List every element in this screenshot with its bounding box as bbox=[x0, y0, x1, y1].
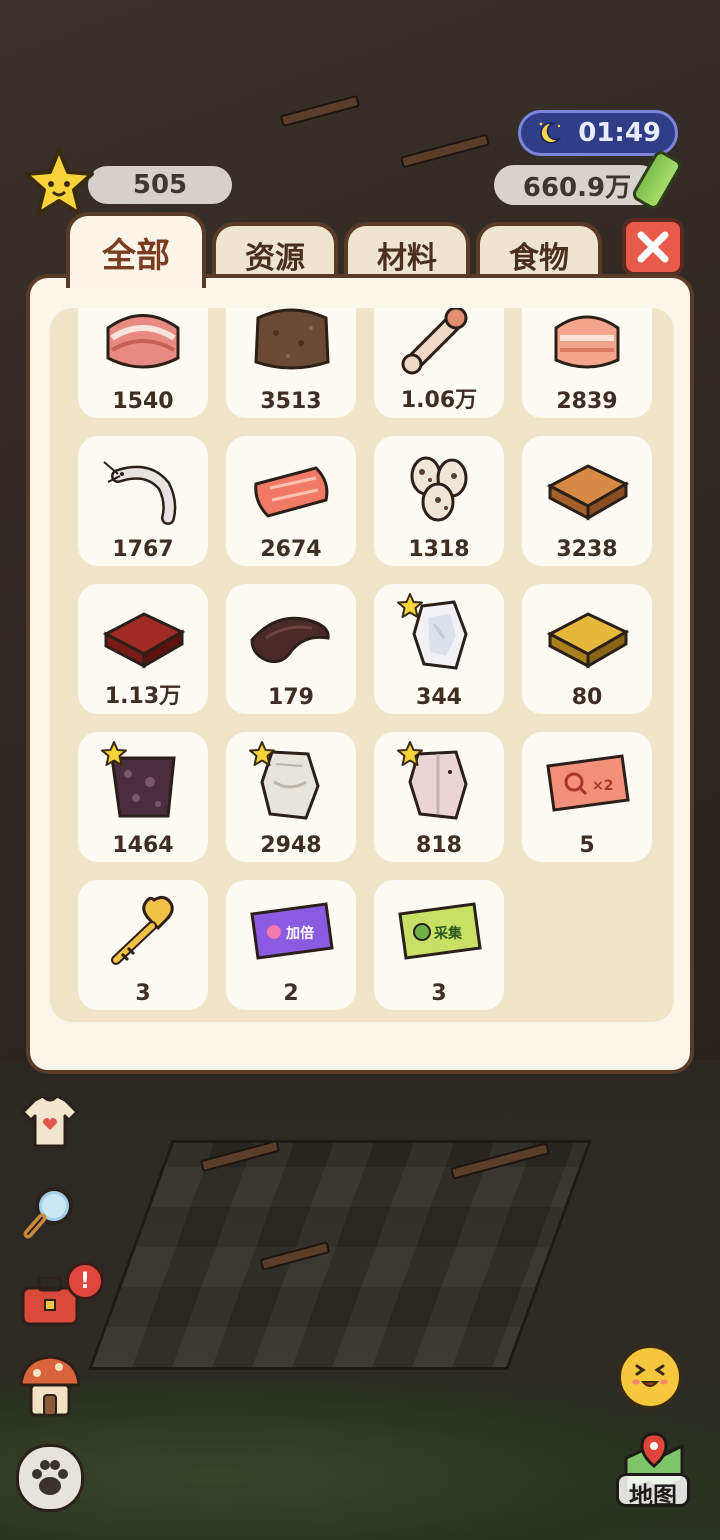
item-count: 1540 bbox=[112, 389, 174, 414]
raw-meat-icon bbox=[106, 314, 180, 369]
inventory-item[interactable]: 3513 bbox=[226, 308, 356, 418]
smiley-face-icon bbox=[632, 1364, 668, 1387]
item-count: 1767 bbox=[112, 537, 174, 562]
checker-floor-tiles bbox=[88, 1140, 592, 1370]
night-clock[interactable]: 01:49 bbox=[518, 110, 678, 156]
star-icon bbox=[24, 148, 94, 216]
close-button[interactable] bbox=[622, 218, 684, 276]
outfit-button[interactable] bbox=[18, 1090, 82, 1154]
inventory-item[interactable]: 采集 3 bbox=[374, 880, 504, 1010]
star-badge-icon bbox=[101, 741, 127, 766]
star-badge-icon bbox=[249, 741, 275, 766]
item-count: 80 bbox=[571, 685, 603, 710]
star-badge-icon bbox=[397, 593, 423, 618]
inventory-item[interactable]: 2839 bbox=[522, 308, 652, 418]
inventory-item[interactable]: 加倍 2 bbox=[226, 880, 356, 1010]
soil-clump-icon bbox=[254, 308, 330, 370]
inventory-item[interactable]: 3 bbox=[78, 880, 208, 1010]
search-x2-ticket-icon: ×2 bbox=[546, 754, 630, 812]
map-label: 地图 bbox=[616, 1473, 690, 1510]
paw-icon bbox=[32, 1460, 68, 1495]
double-ticket-icon: 加倍 bbox=[250, 902, 334, 960]
quail-eggs-icon bbox=[410, 456, 468, 522]
item-count: 5 bbox=[579, 833, 595, 858]
inventory-item[interactable]: 1.13万 bbox=[78, 584, 208, 714]
inventory-item[interactable]: 1318 bbox=[374, 436, 504, 566]
inventory-item[interactable]: 1767 bbox=[78, 436, 208, 566]
item-count: 2948 bbox=[260, 833, 322, 858]
time-text: 01:49 bbox=[578, 118, 661, 148]
inventory-item[interactable]: 179 bbox=[226, 584, 356, 714]
inventory-item[interactable]: 1.06万 bbox=[374, 308, 504, 418]
star-counter[interactable]: 505 bbox=[88, 166, 232, 204]
inventory-panel: 1540 3513 1.06万 2839 1767 2674 1318 3238 1.13万 17… bbox=[26, 274, 694, 1074]
inventory-item[interactable]: ×2 5 bbox=[522, 732, 652, 862]
item-count: 1.13万 bbox=[104, 684, 182, 709]
home-button[interactable] bbox=[14, 1350, 86, 1422]
item-count: 2 bbox=[283, 981, 299, 1006]
item-count: 1.06万 bbox=[400, 388, 478, 413]
emoji-button[interactable] bbox=[618, 1345, 682, 1409]
tab-all[interactable]: 全部 bbox=[66, 212, 206, 288]
salmon-fillet-icon bbox=[254, 466, 329, 518]
inventory-item[interactable]: 2948 bbox=[226, 732, 356, 862]
item-count: 3 bbox=[135, 981, 151, 1006]
inventory-item[interactable]: 1540 bbox=[78, 308, 208, 418]
svg-text:×2: ×2 bbox=[592, 778, 613, 794]
alert-badge: ! bbox=[66, 1262, 104, 1300]
pet-button[interactable] bbox=[16, 1444, 84, 1512]
item-count: 818 bbox=[416, 833, 462, 858]
shrimp-icon bbox=[103, 461, 177, 525]
heart-key-icon bbox=[111, 895, 174, 965]
gold-bar-icon bbox=[546, 612, 630, 669]
red-wood-block-icon bbox=[102, 612, 186, 669]
item-count: 3 bbox=[431, 981, 447, 1006]
star-count-text: 505 bbox=[132, 170, 188, 200]
wood-plank-icon bbox=[546, 464, 630, 521]
item-count: 344 bbox=[416, 685, 462, 710]
item-count: 3513 bbox=[260, 389, 322, 414]
close-icon bbox=[637, 231, 669, 263]
pork-belly-icon bbox=[554, 315, 620, 369]
item-count: 179 bbox=[268, 685, 314, 710]
money-text: 660.9万 bbox=[522, 172, 632, 203]
inventory-item[interactable]: 3238 bbox=[522, 436, 652, 566]
inventory-item[interactable]: 80 bbox=[522, 584, 652, 714]
star-badge-icon bbox=[397, 741, 423, 766]
search-button[interactable] bbox=[18, 1180, 82, 1244]
item-count: 3238 bbox=[556, 537, 618, 562]
gather-ticket-icon: 采集 bbox=[398, 902, 482, 960]
svg-text:加倍: 加倍 bbox=[285, 925, 314, 942]
item-count: 1318 bbox=[408, 537, 470, 562]
bone-icon bbox=[401, 308, 468, 375]
svg-text:采集: 采集 bbox=[433, 925, 463, 942]
inventory-item[interactable]: 818 bbox=[374, 732, 504, 862]
shirt-icon bbox=[21, 1094, 79, 1148]
item-count: 2839 bbox=[556, 389, 618, 414]
inventory-scroll-area[interactable]: 1540 3513 1.06万 2839 1767 2674 1318 3238 1.13万 17… bbox=[50, 308, 674, 1022]
item-count: 2674 bbox=[260, 537, 322, 562]
dark-wood-icon bbox=[250, 616, 330, 664]
magnifier-icon bbox=[23, 1187, 73, 1239]
inventory-item[interactable]: 2674 bbox=[226, 436, 356, 566]
inventory-item[interactable]: 1464 bbox=[78, 732, 208, 862]
moon-icon bbox=[539, 122, 562, 144]
grass-area bbox=[0, 1380, 720, 1540]
mushroom-house-icon bbox=[19, 1355, 81, 1417]
inventory-item[interactable]: 344 bbox=[374, 584, 504, 714]
item-count: 1464 bbox=[112, 833, 174, 858]
